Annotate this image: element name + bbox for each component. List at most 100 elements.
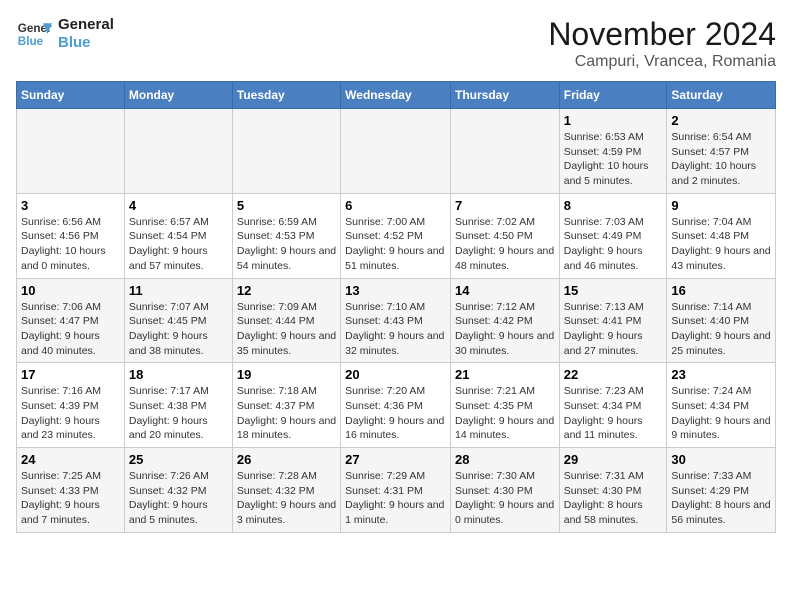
day-info: Sunrise: 7:10 AM Sunset: 4:43 PM Dayligh… (345, 300, 446, 359)
day-info: Sunrise: 7:17 AM Sunset: 4:38 PM Dayligh… (129, 384, 228, 443)
day-info: Sunrise: 7:25 AM Sunset: 4:33 PM Dayligh… (21, 469, 120, 528)
calendar-cell: 13 Sunrise: 7:10 AM Sunset: 4:43 PM Dayli… (341, 278, 451, 363)
header: General Blue General Blue November 2024 … (16, 16, 776, 71)
day-number: 3 (21, 198, 120, 213)
day-number: 29 (564, 452, 663, 467)
calendar-cell: 2Sunrise: 6:54 AM Sunset: 4:57 PM Daylig… (667, 109, 776, 194)
day-number: 12 (237, 283, 336, 298)
day-info: Sunrise: 6:59 AM Sunset: 4:53 PM Dayligh… (237, 215, 336, 274)
calendar-cell: 23 Sunrise: 7:24 AM Sunset: 4:34 PM Dayli… (667, 363, 776, 448)
calendar-day-header: Saturday (667, 82, 776, 109)
calendar-cell: 19Sunrise: 7:18 AM Sunset: 4:37 PM Dayli… (232, 363, 340, 448)
page-subtitle: Campuri, Vrancea, Romania (548, 53, 776, 71)
calendar-cell: 14 Sunrise: 7:12 AM Sunset: 4:42 PM Dayli… (450, 278, 559, 363)
calendar-cell: 7 Sunrise: 7:02 AM Sunset: 4:50 PM Daylig… (450, 193, 559, 278)
calendar-day-header: Friday (559, 82, 667, 109)
calendar-cell: 21 Sunrise: 7:21 AM Sunset: 4:35 PM Dayli… (450, 363, 559, 448)
day-number: 6 (345, 198, 446, 213)
day-number: 23 (671, 367, 771, 382)
calendar-cell: 3 Sunrise: 6:56 AM Sunset: 4:56 PM Daylig… (17, 193, 125, 278)
day-info: Sunrise: 7:09 AM Sunset: 4:44 PM Dayligh… (237, 300, 336, 359)
day-number: 26 (237, 452, 336, 467)
calendar-table: SundayMondayTuesdayWednesdayThursdayFrid… (16, 81, 776, 533)
day-number: 25 (129, 452, 228, 467)
day-number: 7 (455, 198, 555, 213)
day-info: Sunrise: 7:18 AM Sunset: 4:37 PM Dayligh… (237, 384, 336, 443)
day-info: Sunrise: 7:14 AM Sunset: 4:40 PM Dayligh… (671, 300, 771, 359)
day-info: Sunrise: 6:53 AM Sunset: 4:59 PM Dayligh… (564, 130, 663, 189)
calendar-cell (124, 109, 232, 194)
calendar-cell: 8 Sunrise: 7:03 AM Sunset: 4:49 PM Daylig… (559, 193, 667, 278)
day-number: 18 (129, 367, 228, 382)
logo-icon: General Blue (16, 16, 52, 52)
calendar-cell: 12 Sunrise: 7:09 AM Sunset: 4:44 PM Dayli… (232, 278, 340, 363)
day-info: Sunrise: 7:16 AM Sunset: 4:39 PM Dayligh… (21, 384, 120, 443)
day-number: 22 (564, 367, 663, 382)
day-info: Sunrise: 7:04 AM Sunset: 4:48 PM Dayligh… (671, 215, 771, 274)
calendar-cell: 15 Sunrise: 7:13 AM Sunset: 4:41 PM Dayli… (559, 278, 667, 363)
day-info: Sunrise: 7:24 AM Sunset: 4:34 PM Dayligh… (671, 384, 771, 443)
calendar-cell: 28 Sunrise: 7:30 AM Sunset: 4:30 PM Dayli… (450, 448, 559, 533)
day-number: 11 (129, 283, 228, 298)
day-number: 15 (564, 283, 663, 298)
calendar-day-header: Monday (124, 82, 232, 109)
calendar-cell: 24 Sunrise: 7:25 AM Sunset: 4:33 PM Dayli… (17, 448, 125, 533)
calendar-cell: 17 Sunrise: 7:16 AM Sunset: 4:39 PM Dayli… (17, 363, 125, 448)
day-info: Sunrise: 7:07 AM Sunset: 4:45 PM Dayligh… (129, 300, 228, 359)
calendar-cell: 5 Sunrise: 6:59 AM Sunset: 4:53 PM Daylig… (232, 193, 340, 278)
day-info: Sunrise: 7:29 AM Sunset: 4:31 PM Dayligh… (345, 469, 446, 528)
calendar-cell: 27Sunrise: 7:29 AM Sunset: 4:31 PM Dayli… (341, 448, 451, 533)
calendar-cell: 10 Sunrise: 7:06 AM Sunset: 4:47 PM Dayli… (17, 278, 125, 363)
calendar-day-header: Sunday (17, 82, 125, 109)
title-area: November 2024 Campuri, Vrancea, Romania (548, 16, 776, 71)
calendar-cell (450, 109, 559, 194)
day-number: 14 (455, 283, 555, 298)
calendar-cell (17, 109, 125, 194)
day-info: Sunrise: 7:13 AM Sunset: 4:41 PM Dayligh… (564, 300, 663, 359)
day-number: 28 (455, 452, 555, 467)
day-number: 4 (129, 198, 228, 213)
day-info: Sunrise: 7:02 AM Sunset: 4:50 PM Dayligh… (455, 215, 555, 274)
day-number: 21 (455, 367, 555, 382)
day-info: Sunrise: 7:23 AM Sunset: 4:34 PM Dayligh… (564, 384, 663, 443)
day-number: 17 (21, 367, 120, 382)
day-info: Sunrise: 7:21 AM Sunset: 4:35 PM Dayligh… (455, 384, 555, 443)
day-number: 10 (21, 283, 120, 298)
calendar-cell: 30Sunrise: 7:33 AM Sunset: 4:29 PM Dayli… (667, 448, 776, 533)
day-info: Sunrise: 7:03 AM Sunset: 4:49 PM Dayligh… (564, 215, 663, 274)
calendar-cell: 18 Sunrise: 7:17 AM Sunset: 4:38 PM Dayli… (124, 363, 232, 448)
day-info: Sunrise: 7:30 AM Sunset: 4:30 PM Dayligh… (455, 469, 555, 528)
day-info: Sunrise: 7:26 AM Sunset: 4:32 PM Dayligh… (129, 469, 228, 528)
calendar-day-header: Wednesday (341, 82, 451, 109)
calendar-cell: 22 Sunrise: 7:23 AM Sunset: 4:34 PM Dayli… (559, 363, 667, 448)
day-number: 20 (345, 367, 446, 382)
day-info: Sunrise: 7:28 AM Sunset: 4:32 PM Dayligh… (237, 469, 336, 528)
day-info: Sunrise: 6:56 AM Sunset: 4:56 PM Dayligh… (21, 215, 120, 274)
day-number: 8 (564, 198, 663, 213)
logo: General Blue General Blue (16, 16, 114, 52)
day-info: Sunrise: 7:20 AM Sunset: 4:36 PM Dayligh… (345, 384, 446, 443)
calendar-cell: 25 Sunrise: 7:26 AM Sunset: 4:32 PM Dayli… (124, 448, 232, 533)
day-info: Sunrise: 7:33 AM Sunset: 4:29 PM Dayligh… (671, 469, 771, 528)
day-number: 16 (671, 283, 771, 298)
day-info: Sunrise: 6:57 AM Sunset: 4:54 PM Dayligh… (129, 215, 228, 274)
calendar-cell: 16 Sunrise: 7:14 AM Sunset: 4:40 PM Dayli… (667, 278, 776, 363)
calendar-cell: 26 Sunrise: 7:28 AM Sunset: 4:32 PM Dayli… (232, 448, 340, 533)
day-number: 24 (21, 452, 120, 467)
calendar-cell (341, 109, 451, 194)
calendar-cell: 4 Sunrise: 6:57 AM Sunset: 4:54 PM Daylig… (124, 193, 232, 278)
calendar-cell: 9 Sunrise: 7:04 AM Sunset: 4:48 PM Daylig… (667, 193, 776, 278)
svg-text:Blue: Blue (18, 35, 44, 48)
day-number: 5 (237, 198, 336, 213)
day-info: Sunrise: 7:12 AM Sunset: 4:42 PM Dayligh… (455, 300, 555, 359)
day-info: Sunrise: 7:06 AM Sunset: 4:47 PM Dayligh… (21, 300, 120, 359)
day-number: 13 (345, 283, 446, 298)
calendar-day-header: Tuesday (232, 82, 340, 109)
calendar-cell: 20 Sunrise: 7:20 AM Sunset: 4:36 PM Dayli… (341, 363, 451, 448)
day-info: Sunrise: 7:31 AM Sunset: 4:30 PM Dayligh… (564, 469, 663, 528)
day-number: 2 (671, 113, 771, 128)
calendar-cell: 11 Sunrise: 7:07 AM Sunset: 4:45 PM Dayli… (124, 278, 232, 363)
day-number: 9 (671, 198, 771, 213)
day-number: 1 (564, 113, 663, 128)
day-info: Sunrise: 7:00 AM Sunset: 4:52 PM Dayligh… (345, 215, 446, 274)
